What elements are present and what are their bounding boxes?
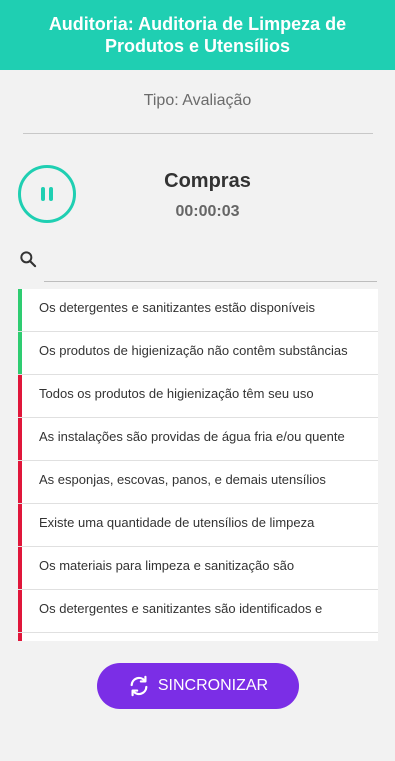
tipo-label: Tipo: Avaliação xyxy=(143,92,252,109)
list-item-text: Todos os produtos de higienização têm se… xyxy=(39,386,314,401)
status-indicator xyxy=(18,332,22,374)
list-item[interactable]: Os produtos de higienização não contêm s… xyxy=(18,332,378,375)
list-item-text: Os materiais para limpeza e sanitização … xyxy=(39,558,295,573)
list-item-text: Os produtos de higienização não contêm s… xyxy=(39,343,348,358)
sync-icon xyxy=(130,675,148,697)
list-item-text: Existe uma quantidade de utensílios de l… xyxy=(39,515,315,530)
list-item[interactable]: Os materiais para limpeza e sanitização … xyxy=(18,547,378,590)
search-underline xyxy=(44,281,377,282)
status-indicator xyxy=(18,504,22,546)
app-header: Auditoria: Auditoria de Limpeza de Produ… xyxy=(0,0,395,70)
status-indicator xyxy=(18,289,22,331)
sync-button[interactable]: SINCRONIZAR xyxy=(97,663,299,709)
list-item[interactable]: Os detergentes e sanitizantes estão disp… xyxy=(18,289,378,332)
category-title: Compras xyxy=(164,170,251,192)
list-item[interactable]: Existe uma quantidade de utensílios de l… xyxy=(18,504,378,547)
search-icon xyxy=(20,251,37,268)
list-item[interactable]: Todos os produtos de higienização têm se… xyxy=(18,375,378,418)
list-item[interactable]: As instalações são providas de água fria… xyxy=(18,418,378,461)
list-item[interactable] xyxy=(18,633,378,641)
question-list[interactable]: Os detergentes e sanitizantes estão disp… xyxy=(18,289,378,641)
sync-button-label: SINCRONIZAR xyxy=(157,677,269,694)
divider xyxy=(23,133,373,134)
status-indicator xyxy=(18,633,22,641)
page-title: Auditoria: Auditoria de Limpeza de Produ… xyxy=(48,14,347,56)
search-input[interactable] xyxy=(44,251,381,281)
status-indicator xyxy=(18,418,22,460)
status-indicator xyxy=(18,547,22,589)
list-item-text: Os detergentes e sanitizantes são identi… xyxy=(39,601,323,616)
list-item-text: As esponjas, escovas, panos, e demais ut… xyxy=(39,472,326,487)
status-indicator xyxy=(18,461,22,503)
list-item[interactable]: As esponjas, escovas, panos, e demais ut… xyxy=(18,461,378,504)
status-indicator xyxy=(18,375,22,417)
status-indicator xyxy=(18,590,22,632)
pause-button[interactable] xyxy=(18,165,76,223)
timer: 00:00:03 xyxy=(175,203,240,220)
list-item-text: As instalações são providas de água fria… xyxy=(39,429,345,444)
list-item[interactable]: Os detergentes e sanitizantes são identi… xyxy=(18,590,378,633)
list-item-text: Os detergentes e sanitizantes estão disp… xyxy=(39,300,316,315)
pause-icon xyxy=(41,187,45,201)
